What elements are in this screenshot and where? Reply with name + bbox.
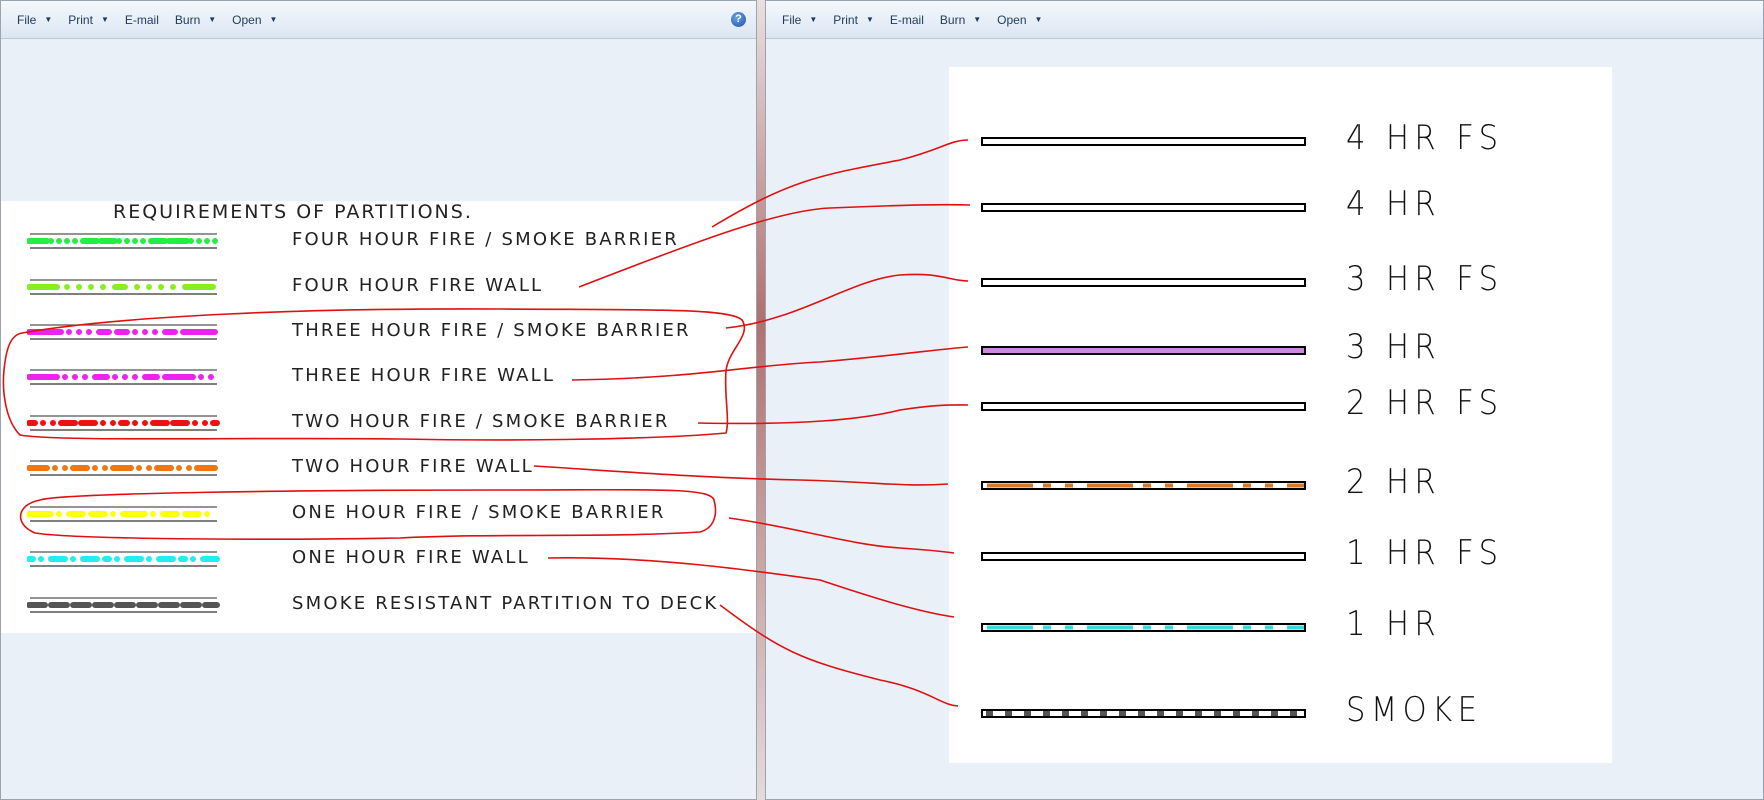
toolbar-button-label: Open (997, 12, 1027, 27)
wall-type-bar (981, 623, 1306, 632)
dropdown-arrow-icon[interactable]: ▼ (101, 15, 109, 24)
toolbar-button-label: Print (833, 12, 858, 27)
toolbar-open-button[interactable]: Open ▼ (997, 13, 1042, 27)
wall-type-row: 1 HR (949, 604, 1612, 654)
legend-row: TWO HOUR FIRE / SMOKE BARRIER (1, 408, 756, 438)
toolbar-button-label: File (782, 12, 802, 27)
line-type-sample (27, 324, 220, 340)
left-toolbar: File ▼ Print ▼ E-mail Burn ▼ Open ▼ (1, 1, 756, 39)
legend-label: SMOKE RESISTANT PARTITION TO DECK (292, 593, 719, 614)
window-gap (757, 0, 765, 800)
wall-type-row: 4 HR (949, 184, 1612, 234)
document-title: REQUIREMENTS OF PARTITIONS. (113, 201, 473, 223)
toolbar-email-button[interactable]: E-mail (125, 13, 159, 27)
right-toolbar: File ▼ Print ▼ E-mail Burn ▼ Open ▼ (766, 1, 1763, 39)
line-type-sample (27, 279, 220, 295)
wall-type-label: 1 HR (1346, 604, 1442, 644)
wall-type-label: 2 HR FS (1346, 383, 1504, 423)
legend-label: FOUR HOUR FIRE / SMOKE BARRIER (292, 229, 679, 250)
wall-type-bar (981, 346, 1306, 355)
legend-row: TWO HOUR FIRE WALL (1, 453, 756, 483)
toolbar-file-button[interactable]: File ▼ (782, 13, 817, 27)
wall-type-label: 3 HR (1346, 327, 1442, 367)
legend-label: ONE HOUR FIRE / SMOKE BARRIER (292, 502, 666, 523)
wall-type-bar (981, 552, 1306, 561)
dropdown-arrow-icon[interactable]: ▼ (270, 15, 278, 24)
wall-type-label: 3 HR FS (1346, 259, 1504, 299)
wall-type-row: 3 HR (949, 327, 1612, 377)
line-type-sample (27, 233, 220, 249)
toolbar-button-label: E-mail (889, 12, 924, 27)
help-icon[interactable]: ? (731, 12, 746, 27)
wall-type-row: 2 HR FS (949, 383, 1612, 433)
legend-label: FOUR HOUR FIRE WALL (292, 275, 544, 296)
toolbar-button-label: File (17, 12, 37, 27)
line-type-sample (27, 369, 220, 385)
wall-type-bar (981, 481, 1306, 490)
left-viewer-window: File ▼ Print ▼ E-mail Burn ▼ Open ▼ ? REQUIREMEN… (0, 0, 757, 800)
toolbar-email-button[interactable]: E-mail (890, 13, 924, 27)
dropdown-arrow-icon[interactable]: ▼ (44, 15, 52, 24)
wall-type-label: 1 HR FS (1346, 533, 1504, 573)
toolbar-button-label: E-mail (124, 12, 159, 27)
legend-label: THREE HOUR FIRE / SMOKE BARRIER (292, 320, 691, 341)
line-type-sample (27, 460, 220, 476)
line-type-sample (27, 551, 220, 567)
wall-type-label: SMOKE (1346, 690, 1483, 730)
line-type-sample (27, 506, 220, 522)
toolbar-button-label: Burn (174, 12, 201, 27)
legend-row: FOUR HOUR FIRE / SMOKE BARRIER (1, 226, 756, 256)
dropdown-arrow-icon[interactable]: ▼ (208, 15, 216, 24)
wall-type-row: 4 HR FS (949, 118, 1612, 168)
toolbar-file-button[interactable]: File ▼ (17, 13, 52, 27)
line-type-sample (27, 597, 220, 613)
dropdown-arrow-icon[interactable]: ▼ (866, 15, 874, 24)
wall-type-label: 4 HR FS (1346, 118, 1504, 158)
wall-type-bar (981, 203, 1306, 212)
wall-type-row: 2 HR (949, 462, 1612, 512)
dropdown-arrow-icon[interactable]: ▼ (973, 15, 981, 24)
toolbar-print-button[interactable]: Print ▼ (833, 13, 874, 27)
toolbar-burn-button[interactable]: Burn ▼ (940, 13, 981, 27)
legend-label: TWO HOUR FIRE WALL (292, 456, 534, 477)
right-document-view: 4 HR FS 4 HR 3 HR FS 3 HR 2 HR FS 2 HR 1 HR FS… (949, 67, 1612, 763)
legend-row: ONE HOUR FIRE / SMOKE BARRIER (1, 499, 756, 529)
legend-row: FOUR HOUR FIRE WALL (1, 272, 756, 302)
left-document-view: REQUIREMENTS OF PARTITIONS. FOUR HOUR FI… (1, 201, 756, 633)
wall-type-label: 2 HR (1346, 462, 1442, 502)
legend-label: TWO HOUR FIRE / SMOKE BARRIER (292, 411, 670, 432)
wall-type-label: 4 HR (1346, 184, 1442, 224)
toolbar-button-label: Print (68, 12, 93, 27)
wall-type-bar (981, 137, 1306, 146)
line-type-sample (27, 415, 220, 431)
toolbar-burn-button[interactable]: Burn ▼ (175, 13, 216, 27)
legend-row: THREE HOUR FIRE / SMOKE BARRIER (1, 317, 756, 347)
wall-type-bar (981, 709, 1306, 718)
wall-type-bar (981, 402, 1306, 411)
wall-type-row: 3 HR FS (949, 259, 1612, 309)
wall-type-bar (981, 278, 1306, 287)
legend-label: ONE HOUR FIRE WALL (292, 547, 530, 568)
legend-row: THREE HOUR FIRE WALL (1, 362, 756, 392)
toolbar-button-label: Open (232, 12, 262, 27)
right-viewer-window: File ▼ Print ▼ E-mail Burn ▼ Open ▼ 4 HR FS 4 HR 3… (765, 0, 1764, 800)
dropdown-arrow-icon[interactable]: ▼ (809, 15, 817, 24)
toolbar-open-button[interactable]: Open ▼ (232, 13, 277, 27)
wall-type-row: 1 HR FS (949, 533, 1612, 583)
toolbar-button-label: Burn (939, 12, 966, 27)
toolbar-print-button[interactable]: Print ▼ (68, 13, 109, 27)
legend-label: THREE HOUR FIRE WALL (292, 365, 556, 386)
legend-row: SMOKE RESISTANT PARTITION TO DECK (1, 590, 756, 620)
legend-row: ONE HOUR FIRE WALL (1, 544, 756, 574)
wall-type-row: SMOKE (949, 690, 1612, 740)
dropdown-arrow-icon[interactable]: ▼ (1035, 15, 1043, 24)
